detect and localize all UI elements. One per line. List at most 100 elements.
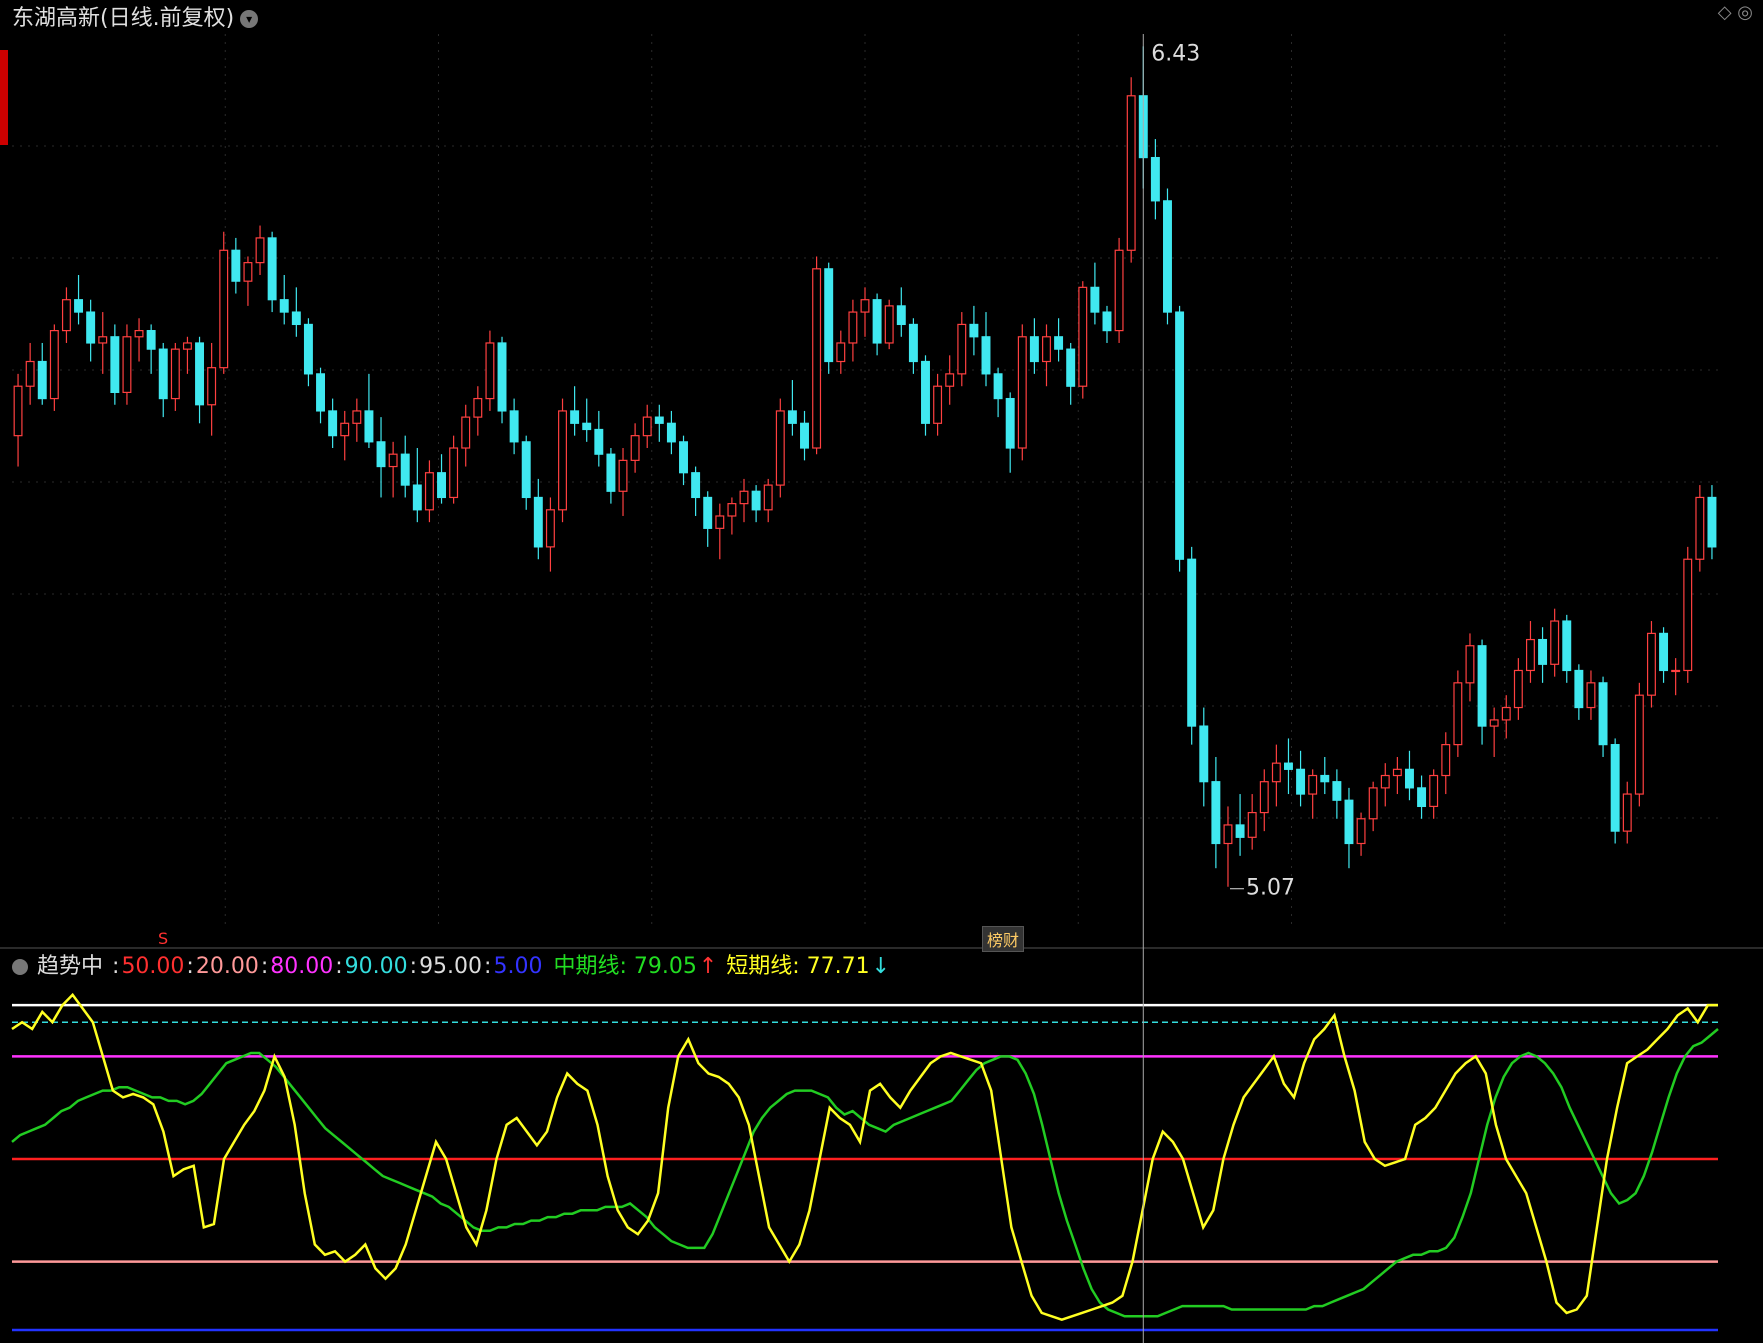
candle-body[interactable] xyxy=(1005,397,1015,449)
candle-body[interactable] xyxy=(727,503,737,517)
candle-body[interactable] xyxy=(1489,719,1499,727)
candle-body[interactable] xyxy=(1538,638,1548,665)
candle-body[interactable] xyxy=(437,472,446,499)
candle-body[interactable] xyxy=(376,441,386,468)
candle-body[interactable] xyxy=(751,490,761,511)
candle-body[interactable] xyxy=(1646,632,1656,696)
candle-body[interactable] xyxy=(1586,682,1596,709)
candle-body[interactable] xyxy=(134,330,144,338)
candle-body[interactable] xyxy=(775,410,785,486)
candle-body[interactable] xyxy=(231,249,241,282)
candle-body[interactable] xyxy=(1332,781,1342,801)
candle-body[interactable] xyxy=(545,509,555,548)
candle-body[interactable] xyxy=(715,515,725,529)
candle-body[interactable] xyxy=(207,367,217,406)
candle-body[interactable] xyxy=(364,410,374,443)
diamond-icon[interactable]: ◇ xyxy=(1718,2,1732,23)
candle-body[interactable] xyxy=(219,249,229,369)
candle-body[interactable] xyxy=(1078,286,1088,387)
candle-body[interactable] xyxy=(1054,336,1064,350)
candle-body[interactable] xyxy=(98,336,108,344)
candle-body[interactable] xyxy=(37,360,47,400)
candle-body[interactable] xyxy=(122,336,132,393)
candle-body[interactable] xyxy=(1368,787,1378,820)
candle-body[interactable] xyxy=(787,410,797,424)
candle-body[interactable] xyxy=(1659,632,1669,672)
candle-body[interactable] xyxy=(74,299,84,313)
candle-body[interactable] xyxy=(824,268,834,363)
candle-body[interactable] xyxy=(1417,787,1427,808)
candle-body[interactable] xyxy=(1066,348,1076,387)
candle-body[interactable] xyxy=(606,453,616,492)
candle-body[interactable] xyxy=(618,459,628,492)
candle-body[interactable] xyxy=(896,305,906,326)
candle-body[interactable] xyxy=(1114,249,1124,332)
candle-body[interactable] xyxy=(739,490,749,505)
candle-body[interactable] xyxy=(1223,824,1233,845)
candle-body[interactable] xyxy=(533,496,543,548)
candle-body[interactable] xyxy=(1187,558,1197,727)
candle-body[interactable] xyxy=(255,237,265,264)
candle-body[interactable] xyxy=(1356,818,1366,845)
candle-body[interactable] xyxy=(630,435,640,461)
candle-body[interactable] xyxy=(521,441,531,499)
candle-body[interactable] xyxy=(303,323,313,375)
candle-body[interactable] xyxy=(243,262,253,282)
window-icons[interactable]: ◇ ◎ xyxy=(1718,2,1753,23)
candle-body[interactable] xyxy=(1175,311,1185,560)
stock-title-bar[interactable]: 东湖高新(日线.前复权) ▾ xyxy=(12,0,259,32)
candle-body[interactable] xyxy=(25,360,35,387)
candle-body[interactable] xyxy=(1465,645,1475,684)
candle-body[interactable] xyxy=(836,342,846,363)
candle-body[interactable] xyxy=(424,472,434,511)
candle-body[interactable] xyxy=(1707,496,1717,548)
candle-body[interactable] xyxy=(1622,793,1632,832)
candle-body[interactable] xyxy=(1453,682,1463,746)
chevron-down-icon[interactable]: ▾ xyxy=(240,10,259,28)
rank-tag[interactable]: 榜财 xyxy=(982,926,1025,952)
candle-body[interactable] xyxy=(400,453,410,486)
candle-body[interactable] xyxy=(1163,200,1172,313)
settings-icon[interactable]: ◎ xyxy=(1737,2,1753,23)
candle-body[interactable] xyxy=(1441,744,1451,777)
candle-body[interactable] xyxy=(679,441,688,474)
candle-body[interactable] xyxy=(1429,774,1439,808)
candle-body[interactable] xyxy=(1671,669,1681,673)
candle-body[interactable] xyxy=(1150,156,1160,202)
candle-body[interactable] xyxy=(1404,768,1414,789)
candle-body[interactable] xyxy=(703,496,713,529)
candle-body[interactable] xyxy=(860,299,870,313)
candle-body[interactable] xyxy=(388,453,398,468)
candle-body[interactable] xyxy=(13,385,23,437)
candle-body[interactable] xyxy=(1550,620,1560,665)
candle-body[interactable] xyxy=(1477,645,1487,727)
candle-body[interactable] xyxy=(461,416,471,449)
candle-body[interactable] xyxy=(1259,781,1269,814)
candle-body[interactable] xyxy=(570,410,580,424)
candle-body[interactable] xyxy=(316,373,326,412)
candle-body[interactable] xyxy=(1610,744,1620,832)
indicator-toggle-icon[interactable] xyxy=(12,959,28,975)
candle-body[interactable] xyxy=(182,342,192,350)
candle-body[interactable] xyxy=(1344,799,1354,845)
candle-body[interactable] xyxy=(497,342,507,412)
candle-body[interactable] xyxy=(1126,95,1136,251)
candle-body[interactable] xyxy=(340,422,350,437)
candle-body[interactable] xyxy=(1211,781,1221,845)
candle-body[interactable] xyxy=(1090,286,1100,313)
candle-body[interactable] xyxy=(1562,620,1572,672)
candle-body[interactable] xyxy=(1598,682,1608,746)
candle-body[interactable] xyxy=(61,299,71,332)
candle-body[interactable] xyxy=(49,330,59,400)
candle-body[interactable] xyxy=(848,311,858,344)
candle-body[interactable] xyxy=(1017,336,1027,449)
candle-body[interactable] xyxy=(993,373,1003,400)
candle-body[interactable] xyxy=(146,330,156,350)
candle-body[interactable] xyxy=(654,416,664,424)
candle-body[interactable] xyxy=(1380,774,1390,789)
candle-body[interactable] xyxy=(872,299,882,344)
candle-body[interactable] xyxy=(352,410,362,424)
candle-body[interactable] xyxy=(921,360,930,424)
candle-body[interactable] xyxy=(1513,669,1523,709)
candle-body[interactable] xyxy=(1695,496,1705,560)
